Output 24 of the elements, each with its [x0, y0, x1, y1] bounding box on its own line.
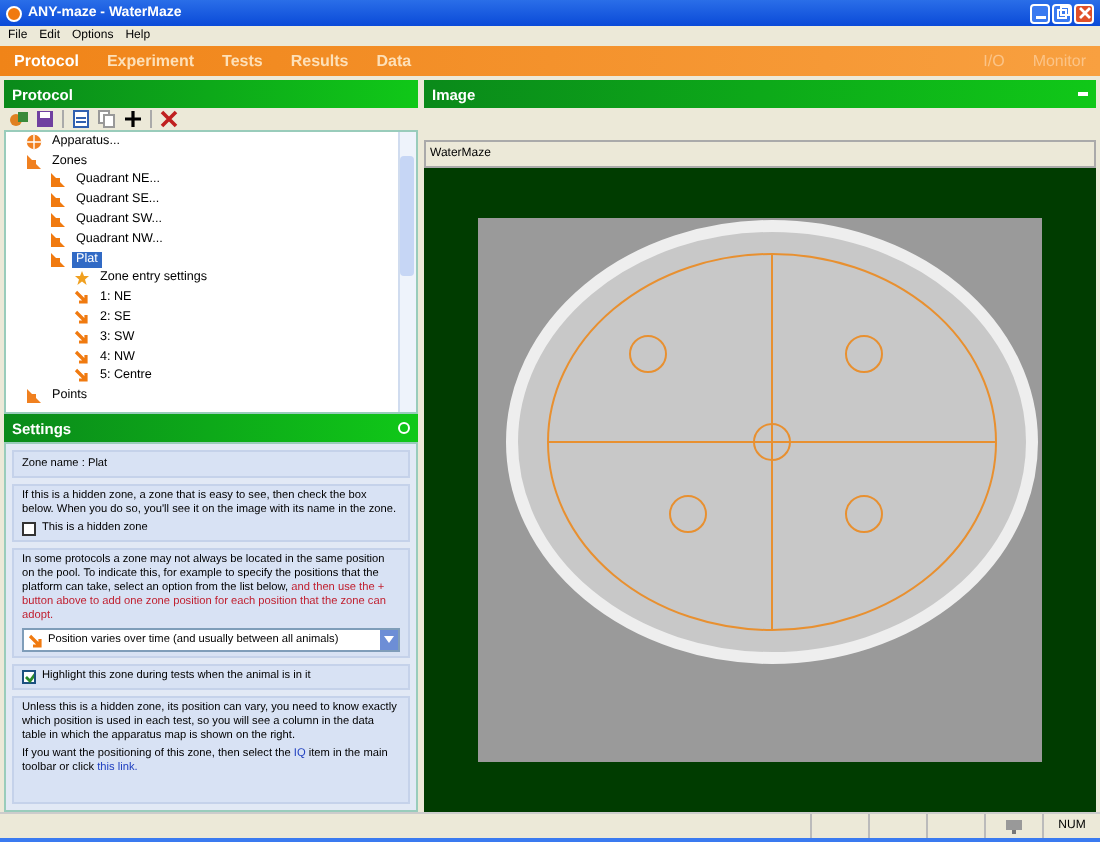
- copy-icon[interactable]: [98, 110, 116, 128]
- zone-icon: [50, 172, 66, 189]
- network-icon: [1006, 819, 1022, 833]
- close-icon: [1077, 6, 1091, 20]
- checkbox[interactable]: [22, 670, 36, 684]
- zone-icon: [50, 251, 66, 268]
- save-icon[interactable]: [36, 110, 54, 128]
- star-icon: [74, 270, 90, 287]
- zone-icon: [26, 153, 42, 170]
- minimize-button[interactable]: [1030, 3, 1050, 23]
- app-icon: [6, 5, 22, 21]
- delete-icon[interactable]: [160, 110, 178, 128]
- restore-icon: [1055, 6, 1069, 20]
- checkbox[interactable]: [22, 522, 36, 536]
- shapes-icon[interactable]: [10, 110, 28, 128]
- document-icon[interactable]: [72, 110, 90, 128]
- scrollbar[interactable]: [398, 132, 416, 412]
- arrow-icon: [28, 633, 42, 647]
- restore-button[interactable]: [1052, 3, 1072, 23]
- add-icon[interactable]: [124, 110, 142, 128]
- close-button[interactable]: [1074, 3, 1094, 23]
- arrow-icon: [74, 290, 90, 307]
- zone-icon: [26, 388, 42, 405]
- zone-icon: [50, 192, 66, 209]
